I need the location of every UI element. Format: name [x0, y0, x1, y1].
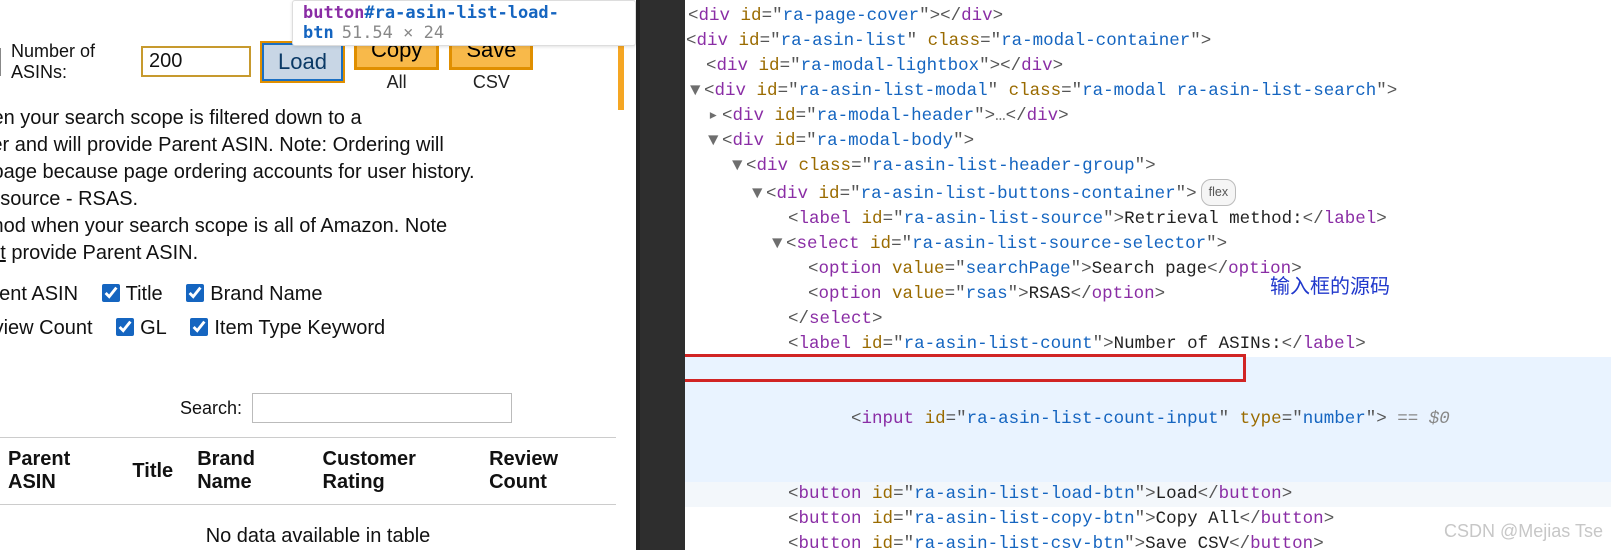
- asin-count-input[interactable]: [141, 46, 251, 77]
- devtools-elements[interactable]: <div id="ra-page-cover"></div> ▼<div id=…: [640, 0, 1611, 550]
- dom-line[interactable]: <label id="ra-asin-list-source">Retrieva…: [648, 207, 1611, 232]
- retrieval-method-select[interactable]: age: [0, 48, 1, 76]
- dom-line[interactable]: ▼<select id="ra-asin-list-source-selecto…: [648, 232, 1611, 257]
- tooltip-dims: 51.54 × 24: [342, 23, 444, 43]
- chk-item-type[interactable]: Item Type Keyword: [190, 317, 385, 339]
- dom-line-selected[interactable]: ⋯ <input id="ra-asin-list-count-input" t…: [648, 357, 1611, 482]
- th-review[interactable]: Review Count: [477, 438, 616, 505]
- dom-line[interactable]: ▼<div id="ra-modal-body">: [648, 129, 1611, 154]
- dom-line[interactable]: <label id="ra-asin-list-count">Number of…: [648, 332, 1611, 357]
- th-title[interactable]: Title: [120, 438, 185, 505]
- asin-count-label: Number of ASINs:: [11, 41, 131, 82]
- flex-badge: flex: [1201, 179, 1236, 206]
- dom-line[interactable]: ▼<div class="ra-asin-list-header-group">: [648, 154, 1611, 179]
- annotation-note: 输入框的源码: [1270, 275, 1390, 300]
- th-rating[interactable]: Customer Rating: [311, 438, 478, 505]
- dom-line[interactable]: </select>: [648, 307, 1611, 332]
- th-parent-asin[interactable]: Parent ASIN: [0, 438, 120, 505]
- chk-title[interactable]: Title: [102, 283, 163, 305]
- column-checkboxes: Parent ASIN Title Brand Name Review Coun…: [0, 277, 636, 379]
- no-data-row: No data available in table: [0, 525, 636, 550]
- annotation-redbox: [640, 354, 1246, 382]
- chk-gl[interactable]: GL: [116, 317, 167, 339]
- th-brand[interactable]: Brand Name: [185, 438, 310, 505]
- instruction-text: hod when your search scope is filtered d…: [0, 105, 628, 267]
- dom-line[interactable]: <option value="searchPage">Search page</…: [648, 257, 1611, 282]
- rendered-page: button#ra-asin-list-load-btn51.54 × 24 a…: [0, 0, 640, 550]
- save-csv-sub: CSV: [473, 72, 510, 93]
- dom-line[interactable]: ▼<div id="ra-asin-list-buttons-container…: [648, 179, 1611, 207]
- dom-line[interactable]: <option value="rsas">RSAS</option>: [648, 282, 1611, 307]
- tooltip-tag: button: [303, 3, 364, 23]
- dom-line[interactable]: ▼<div id="ra-asin-list-modal" class="ra-…: [648, 79, 1611, 104]
- dom-line[interactable]: <div id="ra-modal-lightbox"></div>: [648, 54, 1611, 79]
- chk-parent-asin[interactable]: Parent ASIN: [0, 283, 78, 305]
- chk-review-count[interactable]: Review Count: [0, 317, 93, 339]
- dom-line[interactable]: <button id="ra-asin-list-load-btn">Load<…: [648, 482, 1611, 507]
- dom-line[interactable]: <div id="ra-page-cover"></div>: [648, 4, 1611, 29]
- results-table: Parent ASIN Title Brand Name Customer Ra…: [0, 437, 616, 505]
- panel-gutter: [640, 0, 685, 550]
- chk-brand[interactable]: Brand Name: [186, 283, 322, 305]
- search-input[interactable]: [252, 393, 512, 423]
- dom-line[interactable]: ▸<div id="ra-modal-header">…</div>: [648, 104, 1611, 129]
- search-label: Search:: [180, 398, 242, 419]
- inspector-tooltip: button#ra-asin-list-load-btn51.54 × 24: [292, 0, 636, 46]
- dom-line[interactable]: ▼<div id="ra-asin-list" class="ra-modal-…: [648, 29, 1611, 54]
- watermark: CSDN @Mejias Tse: [1444, 519, 1603, 544]
- load-button[interactable]: Load: [261, 42, 344, 82]
- copy-all-sub: All: [387, 72, 407, 93]
